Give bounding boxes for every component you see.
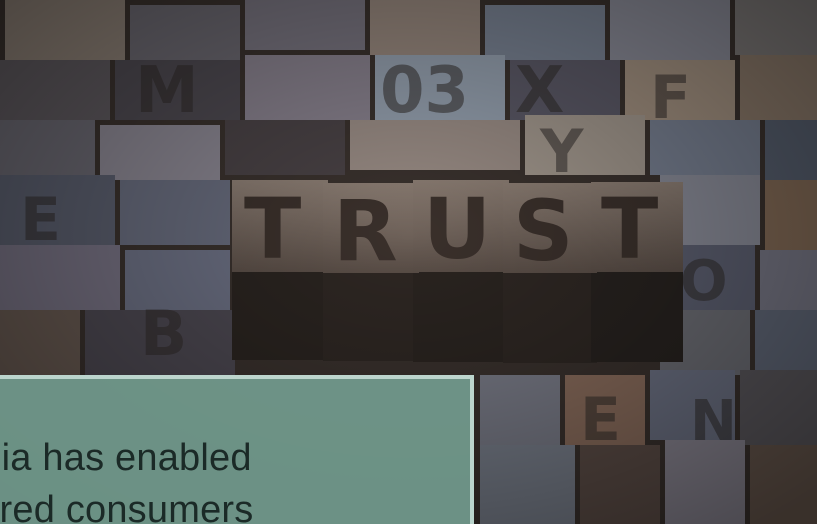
caption-line-2: vered consumers bbox=[0, 489, 254, 524]
caption-line-1: edia has enabled bbox=[0, 437, 252, 479]
hero-image-banner: M 03 X F Y E B O E N bbox=[0, 0, 817, 524]
caption-overlay: edia has enabled vered consumers bbox=[0, 375, 474, 524]
